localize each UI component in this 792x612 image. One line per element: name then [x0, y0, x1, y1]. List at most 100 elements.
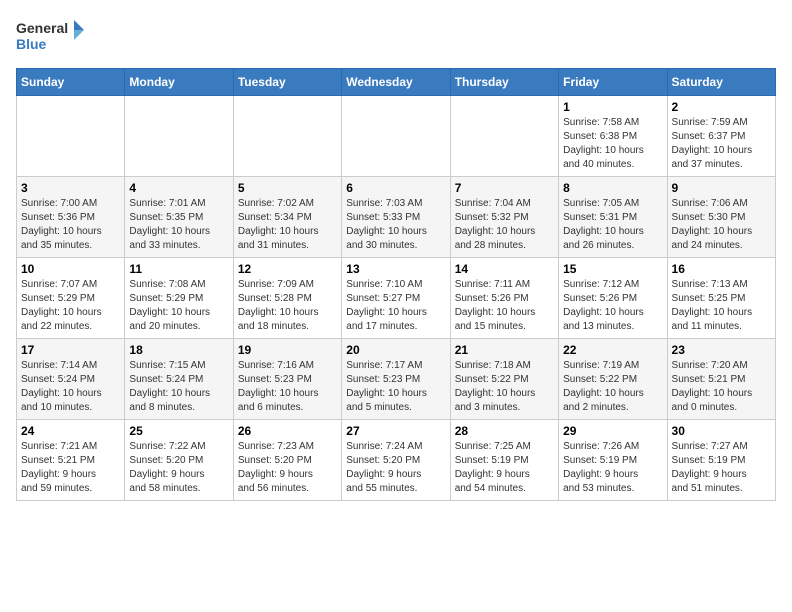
calendar-cell: 15 Sunrise: 7:12 AM Sunset: 5:26 PM Dayli…	[559, 258, 667, 339]
calendar-week-5: 24 Sunrise: 7:21 AM Sunset: 5:21 PM Dayli…	[17, 420, 776, 501]
weekday-thursday: Thursday	[450, 69, 558, 96]
calendar-cell: 25 Sunrise: 7:22 AM Sunset: 5:20 PM Dayli…	[125, 420, 233, 501]
calendar-cell	[17, 96, 125, 177]
day-number: 16	[672, 262, 771, 276]
calendar-cell: 18 Sunrise: 7:15 AM Sunset: 5:24 PM Dayli…	[125, 339, 233, 420]
calendar-cell: 9 Sunrise: 7:06 AM Sunset: 5:30 PM Daylig…	[667, 177, 775, 258]
day-info: Sunrise: 7:17 AM Sunset: 5:23 PM Dayligh…	[346, 359, 445, 415]
day-info: Sunrise: 7:23 AM Sunset: 5:20 PM Dayligh…	[238, 440, 337, 496]
calendar-cell: 7 Sunrise: 7:04 AM Sunset: 5:32 PM Daylig…	[450, 177, 558, 258]
day-number: 25	[129, 424, 228, 438]
header: GeneralBlue	[16, 16, 776, 56]
day-number: 14	[455, 262, 554, 276]
calendar-cell: 5 Sunrise: 7:02 AM Sunset: 5:34 PM Daylig…	[233, 177, 341, 258]
calendar-cell: 1 Sunrise: 7:58 AM Sunset: 6:38 PM Daylig…	[559, 96, 667, 177]
day-number: 28	[455, 424, 554, 438]
svg-text:Blue: Blue	[16, 36, 47, 52]
calendar-cell	[342, 96, 450, 177]
day-info: Sunrise: 7:16 AM Sunset: 5:23 PM Dayligh…	[238, 359, 337, 415]
calendar-cell: 28 Sunrise: 7:25 AM Sunset: 5:19 PM Dayli…	[450, 420, 558, 501]
calendar-cell: 11 Sunrise: 7:08 AM Sunset: 5:29 PM Dayli…	[125, 258, 233, 339]
calendar-cell: 29 Sunrise: 7:26 AM Sunset: 5:19 PM Dayli…	[559, 420, 667, 501]
day-number: 7	[455, 181, 554, 195]
day-number: 9	[672, 181, 771, 195]
calendar-cell: 27Sunrise: 7:24 AM Sunset: 5:20 PM Dayli…	[342, 420, 450, 501]
day-info: Sunrise: 7:22 AM Sunset: 5:20 PM Dayligh…	[129, 440, 228, 496]
calendar-cell	[125, 96, 233, 177]
calendar-cell: 23Sunrise: 7:20 AM Sunset: 5:21 PM Dayli…	[667, 339, 775, 420]
calendar-cell: 14 Sunrise: 7:11 AM Sunset: 5:26 PM Dayli…	[450, 258, 558, 339]
day-number: 15	[563, 262, 662, 276]
weekday-header-row: SundayMondayTuesdayWednesdayThursdayFrid…	[17, 69, 776, 96]
day-info: Sunrise: 7:59 AM Sunset: 6:37 PM Dayligh…	[672, 116, 771, 172]
day-info: Sunrise: 7:15 AM Sunset: 5:24 PM Dayligh…	[129, 359, 228, 415]
day-number: 1	[563, 100, 662, 114]
day-number: 5	[238, 181, 337, 195]
day-number: 4	[129, 181, 228, 195]
calendar-cell: 20Sunrise: 7:17 AM Sunset: 5:23 PM Dayli…	[342, 339, 450, 420]
weekday-saturday: Saturday	[667, 69, 775, 96]
day-info: Sunrise: 7:21 AM Sunset: 5:21 PM Dayligh…	[21, 440, 120, 496]
logo: GeneralBlue	[16, 16, 86, 56]
day-info: Sunrise: 7:20 AM Sunset: 5:21 PM Dayligh…	[672, 359, 771, 415]
calendar-cell: 13Sunrise: 7:10 AM Sunset: 5:27 PM Dayli…	[342, 258, 450, 339]
calendar-cell: 10Sunrise: 7:07 AM Sunset: 5:29 PM Dayli…	[17, 258, 125, 339]
weekday-tuesday: Tuesday	[233, 69, 341, 96]
calendar-week-3: 10Sunrise: 7:07 AM Sunset: 5:29 PM Dayli…	[17, 258, 776, 339]
calendar-cell: 17Sunrise: 7:14 AM Sunset: 5:24 PM Dayli…	[17, 339, 125, 420]
day-info: Sunrise: 7:04 AM Sunset: 5:32 PM Dayligh…	[455, 197, 554, 253]
calendar-cell: 21 Sunrise: 7:18 AM Sunset: 5:22 PM Dayli…	[450, 339, 558, 420]
day-number: 3	[21, 181, 120, 195]
day-info: Sunrise: 7:05 AM Sunset: 5:31 PM Dayligh…	[563, 197, 662, 253]
day-info: Sunrise: 7:02 AM Sunset: 5:34 PM Dayligh…	[238, 197, 337, 253]
day-number: 17	[21, 343, 120, 357]
weekday-wednesday: Wednesday	[342, 69, 450, 96]
calendar-cell: 2Sunrise: 7:59 AM Sunset: 6:37 PM Daylig…	[667, 96, 775, 177]
calendar-cell: 4 Sunrise: 7:01 AM Sunset: 5:35 PM Daylig…	[125, 177, 233, 258]
calendar-week-1: 1 Sunrise: 7:58 AM Sunset: 6:38 PM Daylig…	[17, 96, 776, 177]
day-number: 24	[21, 424, 120, 438]
day-number: 22	[563, 343, 662, 357]
day-number: 12	[238, 262, 337, 276]
day-info: Sunrise: 7:01 AM Sunset: 5:35 PM Dayligh…	[129, 197, 228, 253]
calendar-cell: 6 Sunrise: 7:03 AM Sunset: 5:33 PM Daylig…	[342, 177, 450, 258]
calendar-cell: 22 Sunrise: 7:19 AM Sunset: 5:22 PM Dayli…	[559, 339, 667, 420]
day-info: Sunrise: 7:13 AM Sunset: 5:25 PM Dayligh…	[672, 278, 771, 334]
calendar-cell: 16 Sunrise: 7:13 AM Sunset: 5:25 PM Dayli…	[667, 258, 775, 339]
day-number: 19	[238, 343, 337, 357]
day-info: Sunrise: 7:19 AM Sunset: 5:22 PM Dayligh…	[563, 359, 662, 415]
calendar-cell: 19 Sunrise: 7:16 AM Sunset: 5:23 PM Dayli…	[233, 339, 341, 420]
calendar-week-2: 3Sunrise: 7:00 AM Sunset: 5:36 PM Daylig…	[17, 177, 776, 258]
day-number: 30	[672, 424, 771, 438]
weekday-sunday: Sunday	[17, 69, 125, 96]
calendar-cell: 26 Sunrise: 7:23 AM Sunset: 5:20 PM Dayli…	[233, 420, 341, 501]
day-number: 18	[129, 343, 228, 357]
day-info: Sunrise: 7:27 AM Sunset: 5:19 PM Dayligh…	[672, 440, 771, 496]
day-info: Sunrise: 7:03 AM Sunset: 5:33 PM Dayligh…	[346, 197, 445, 253]
day-number: 6	[346, 181, 445, 195]
calendar-cell	[450, 96, 558, 177]
calendar-cell: 3Sunrise: 7:00 AM Sunset: 5:36 PM Daylig…	[17, 177, 125, 258]
calendar: SundayMondayTuesdayWednesdayThursdayFrid…	[16, 68, 776, 501]
logo-svg: GeneralBlue	[16, 16, 86, 56]
day-info: Sunrise: 7:08 AM Sunset: 5:29 PM Dayligh…	[129, 278, 228, 334]
day-number: 29	[563, 424, 662, 438]
calendar-cell: 8 Sunrise: 7:05 AM Sunset: 5:31 PM Daylig…	[559, 177, 667, 258]
day-info: Sunrise: 7:58 AM Sunset: 6:38 PM Dayligh…	[563, 116, 662, 172]
day-number: 8	[563, 181, 662, 195]
calendar-cell: 24 Sunrise: 7:21 AM Sunset: 5:21 PM Dayli…	[17, 420, 125, 501]
svg-text:General: General	[16, 20, 68, 36]
day-info: Sunrise: 7:11 AM Sunset: 5:26 PM Dayligh…	[455, 278, 554, 334]
day-number: 21	[455, 343, 554, 357]
day-info: Sunrise: 7:09 AM Sunset: 5:28 PM Dayligh…	[238, 278, 337, 334]
day-info: Sunrise: 7:18 AM Sunset: 5:22 PM Dayligh…	[455, 359, 554, 415]
day-info: Sunrise: 7:06 AM Sunset: 5:30 PM Dayligh…	[672, 197, 771, 253]
calendar-cell: 12 Sunrise: 7:09 AM Sunset: 5:28 PM Dayli…	[233, 258, 341, 339]
day-number: 26	[238, 424, 337, 438]
day-info: Sunrise: 7:12 AM Sunset: 5:26 PM Dayligh…	[563, 278, 662, 334]
day-info: Sunrise: 7:26 AM Sunset: 5:19 PM Dayligh…	[563, 440, 662, 496]
calendar-body: 1 Sunrise: 7:58 AM Sunset: 6:38 PM Daylig…	[17, 96, 776, 501]
day-info: Sunrise: 7:25 AM Sunset: 5:19 PM Dayligh…	[455, 440, 554, 496]
day-info: Sunrise: 7:07 AM Sunset: 5:29 PM Dayligh…	[21, 278, 120, 334]
day-number: 11	[129, 262, 228, 276]
